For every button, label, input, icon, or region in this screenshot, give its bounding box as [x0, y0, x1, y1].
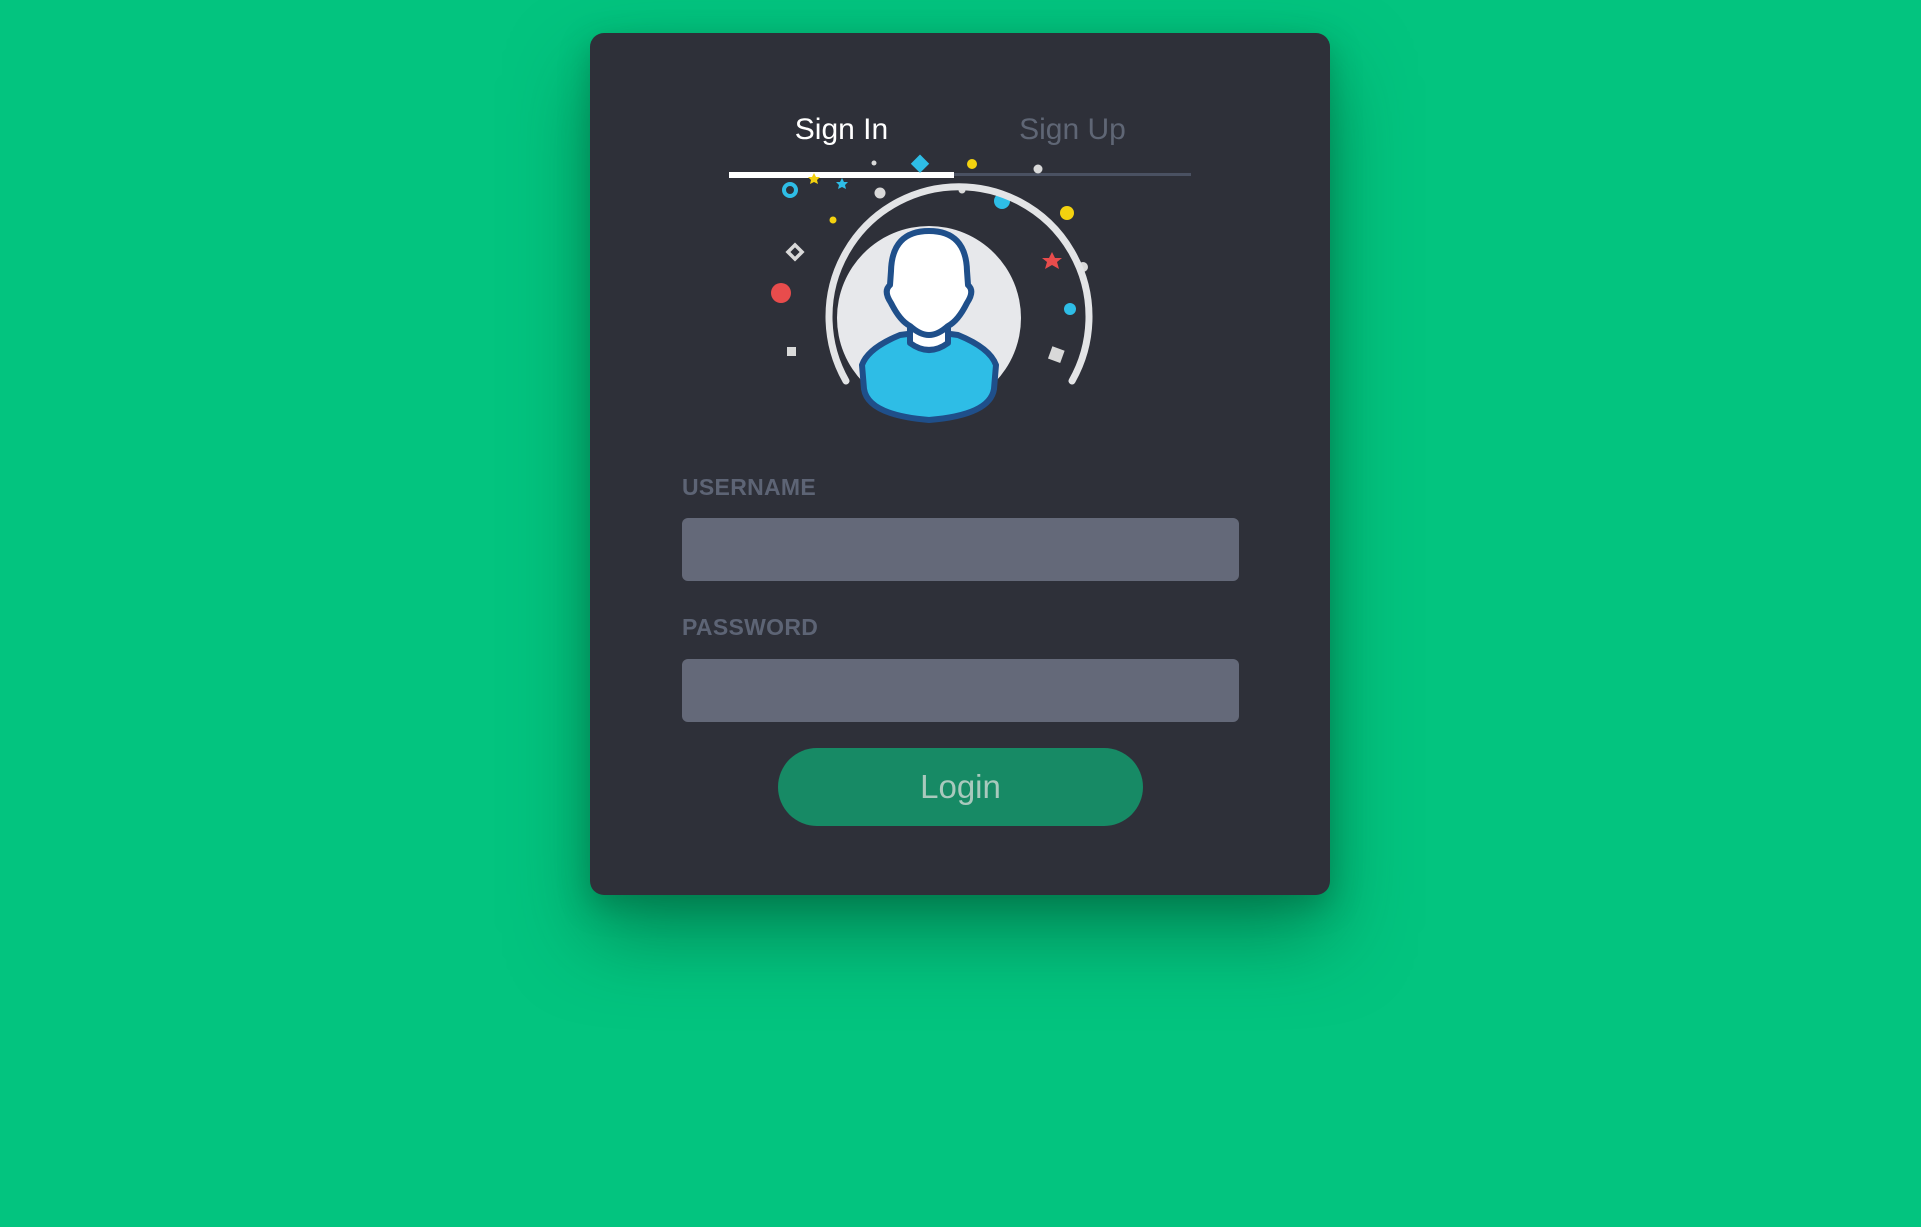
user-avatar-icon [750, 143, 1170, 503]
login-card: Sign In Sign Up USERNAME PASSWORD Login [590, 33, 1330, 895]
username-input[interactable] [682, 518, 1239, 581]
tab-sign-up-label: Sign Up [1019, 112, 1126, 146]
password-label: PASSWORD [682, 614, 819, 640]
password-input[interactable] [682, 659, 1239, 722]
tab-sign-in-label: Sign In [794, 112, 889, 146]
username-label: USERNAME [682, 474, 817, 500]
login-button[interactable]: Login [778, 748, 1143, 826]
